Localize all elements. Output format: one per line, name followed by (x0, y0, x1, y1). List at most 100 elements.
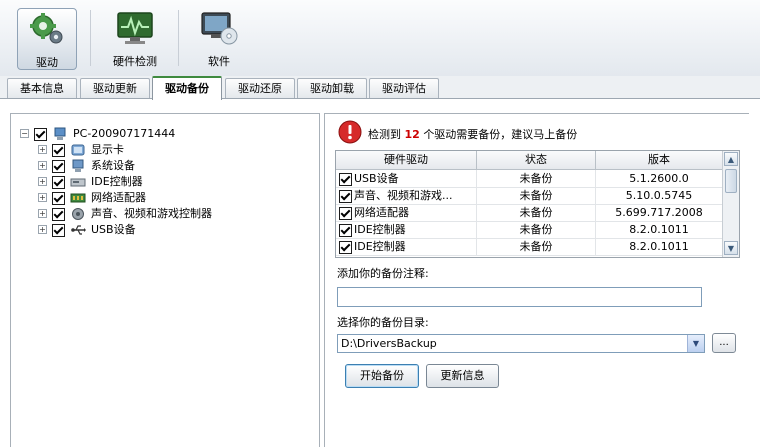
collapse-icon[interactable]: − (20, 129, 29, 138)
monitor-pulse-icon (117, 12, 153, 44)
tree-item-label: USB设备 (91, 223, 136, 236)
row-checkbox[interactable] (339, 240, 352, 254)
backup-dir-select[interactable]: D:\DriversBackup ▼ (337, 334, 705, 353)
expand-icon[interactable]: + (38, 145, 47, 154)
tree-root[interactable]: − PC-200907171444 (20, 126, 175, 142)
network-adapter-icon (70, 193, 85, 203)
driver-count: 12 (404, 128, 420, 141)
refresh-info-button[interactable]: 更新信息 (426, 364, 499, 388)
backup-status-message: 检测到 12 个驱动需要备份，建议马上备份 (368, 126, 577, 142)
dir-label: 选择你的备份目录: (337, 316, 429, 329)
scroll-up-icon[interactable]: ▲ (724, 152, 738, 166)
toolbar-separator (178, 10, 179, 66)
tree-root-checkbox[interactable] (34, 127, 47, 141)
row-checkbox[interactable] (339, 172, 352, 186)
tab-driver-backup[interactable]: 驱动备份 (152, 76, 222, 100)
speaker-icon (71, 208, 84, 220)
row-checkbox[interactable] (339, 189, 352, 203)
usb-icon (70, 225, 86, 235)
column-header-version[interactable]: 版本 (596, 151, 723, 170)
hardware-detect-label: 硬件检测 (113, 55, 157, 68)
backup-dir-value: D:\DriversBackup (341, 337, 437, 350)
tree-item-checkbox[interactable] (52, 207, 65, 221)
note-label: 添加你的备份注释: (337, 267, 429, 280)
tree-item-ide[interactable]: + IDE控制器 (38, 174, 143, 190)
scroll-thumb[interactable] (725, 169, 737, 193)
table-scrollbar[interactable]: ▲ ▼ (722, 151, 739, 257)
driver-button[interactable]: 驱动 (17, 8, 77, 70)
row-version: 8.2.0.1011 (596, 238, 723, 256)
device-tree-panel: − PC-200907171444 + 显示卡 + 系统设备 + IDE控制器 … (10, 113, 320, 447)
column-header-driver[interactable]: 硬件驱动 (336, 151, 477, 170)
browse-button[interactable]: ... (712, 333, 736, 353)
computer-icon (54, 127, 65, 140)
table-row[interactable]: USB设备 未备份 5.1.2600.0 (336, 170, 723, 188)
tree-item-checkbox[interactable] (52, 191, 65, 205)
backup-note-input[interactable] (337, 287, 702, 307)
monitor-disc-icon (201, 12, 238, 45)
main-toolbar: 驱动 硬件检测 软件 (0, 0, 760, 77)
row-status: 未备份 (477, 187, 596, 205)
toolbar-separator (90, 10, 91, 66)
tree-root-label: PC-200907171444 (73, 127, 176, 140)
gears-icon (30, 13, 63, 44)
tree-item-checkbox[interactable] (52, 159, 65, 173)
software-label: 软件 (208, 55, 230, 68)
hardware-detect-button[interactable]: 硬件检测 (100, 8, 170, 70)
row-version: 5.699.717.2008 (596, 204, 723, 222)
row-driver-name: USB设备 (354, 172, 399, 185)
table-row[interactable]: IDE控制器 未备份 8.2.0.1011 (336, 221, 723, 239)
row-version: 5.1.2600.0 (596, 170, 723, 188)
message-prefix: 检测到 (368, 128, 401, 141)
row-status: 未备份 (477, 238, 596, 256)
tree-item-label: IDE控制器 (91, 175, 143, 188)
expand-icon[interactable]: + (38, 225, 47, 234)
expand-icon[interactable]: + (38, 161, 47, 170)
tree-item-label: 声音、视频和游戏控制器 (91, 207, 212, 220)
ide-controller-icon (70, 178, 85, 187)
row-version: 5.10.0.5745 (596, 187, 723, 205)
display-card-icon (71, 144, 84, 156)
driver-button-label: 驱动 (36, 56, 58, 69)
message-suffix: 个驱动需要备份，建议马上备份 (423, 128, 578, 141)
table-row[interactable]: IDE控制器 未备份 8.2.0.1011 (336, 238, 723, 256)
row-driver-name: IDE控制器 (354, 240, 406, 253)
table-row[interactable]: 网络适配器 未备份 5.699.717.2008 (336, 204, 723, 222)
row-checkbox[interactable] (339, 223, 352, 237)
table-row[interactable]: 声音、视频和游戏... 未备份 5.10.0.5745 (336, 187, 723, 205)
expand-icon[interactable]: + (38, 193, 47, 202)
row-driver-name: IDE控制器 (354, 223, 406, 236)
row-checkbox[interactable] (339, 206, 352, 220)
expand-icon[interactable]: + (38, 209, 47, 218)
tree-item-checkbox[interactable] (52, 143, 65, 157)
tree-item-checkbox[interactable] (52, 223, 65, 237)
chevron-down-icon[interactable]: ▼ (687, 335, 704, 352)
tree-item-label: 显示卡 (91, 143, 124, 156)
row-status: 未备份 (477, 221, 596, 239)
scroll-down-icon[interactable]: ▼ (724, 241, 738, 255)
tab-driver-evaluate[interactable]: 驱动评估 (369, 78, 439, 98)
system-device-icon (72, 159, 83, 172)
warning-icon (338, 120, 362, 144)
row-driver-name: 网络适配器 (354, 206, 409, 219)
row-status: 未备份 (477, 170, 596, 188)
tab-bar: 基本信息 驱动更新 驱动备份 驱动还原 驱动卸载 驱动评估 (0, 76, 760, 100)
software-button[interactable]: 软件 (188, 8, 250, 70)
tree-item-sound[interactable]: + 声音、视频和游戏控制器 (38, 206, 212, 222)
tab-driver-restore[interactable]: 驱动还原 (225, 78, 295, 98)
tab-basic-info[interactable]: 基本信息 (7, 78, 77, 98)
tree-item-network[interactable]: + 网络适配器 (38, 190, 146, 206)
tree-item-usb[interactable]: + USB设备 (38, 222, 136, 238)
tree-item-system[interactable]: + 系统设备 (38, 158, 135, 174)
tree-item-display[interactable]: + 显示卡 (38, 142, 124, 158)
tab-driver-update[interactable]: 驱动更新 (80, 78, 150, 98)
expand-icon[interactable]: + (38, 177, 47, 186)
tree-item-label: 系统设备 (91, 159, 135, 172)
column-header-status[interactable]: 状态 (477, 151, 596, 170)
row-status: 未备份 (477, 204, 596, 222)
tree-item-label: 网络适配器 (91, 191, 146, 204)
start-backup-button[interactable]: 开始备份 (345, 364, 419, 388)
tree-item-checkbox[interactable] (52, 175, 65, 189)
tab-driver-uninstall[interactable]: 驱动卸载 (297, 78, 367, 98)
row-driver-name: 声音、视频和游戏... (354, 189, 453, 202)
